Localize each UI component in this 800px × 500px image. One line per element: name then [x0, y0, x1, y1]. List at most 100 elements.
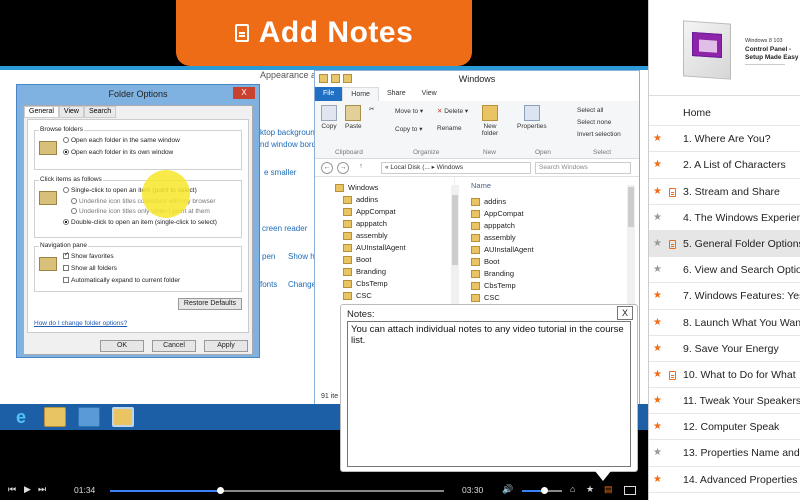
lesson-item[interactable]: ★ 13. Properties Name and	[649, 440, 800, 467]
nav-item[interactable]: assembly	[343, 231, 388, 241]
cancel-button[interactable]: Cancel	[152, 340, 196, 352]
lesson-item[interactable]: ★ 8. Launch What You Want	[649, 310, 800, 336]
new-folder-button[interactable]: New folder	[477, 105, 503, 137]
select-none-button[interactable]: Select none	[577, 119, 611, 126]
radio-same-window[interactable]: Open each folder in the same window	[63, 137, 180, 144]
skip-back-icon[interactable]: ⏮	[8, 484, 16, 495]
tab-view[interactable]: View	[58, 106, 84, 118]
ribbon-tab-view[interactable]: View	[414, 87, 445, 101]
help-link[interactable]: How do I change folder options?	[34, 320, 127, 327]
file-explorer-icon[interactable]	[44, 407, 66, 427]
lesson-item[interactable]: ★ 3. Stream and Share	[649, 179, 800, 205]
ribbon-tab-home[interactable]: Home	[342, 87, 379, 101]
column-header-name[interactable]: Name	[471, 181, 491, 190]
file-row[interactable]: assembly	[471, 233, 516, 243]
lesson-item[interactable]: ★ 4. The Windows Experience	[649, 205, 800, 231]
lesson-item[interactable]: ★ 9. Save Your Energy	[649, 336, 800, 362]
checkbox-show-all-folders[interactable]: Show all folders	[63, 265, 117, 272]
copy-button[interactable]: Copy	[321, 105, 337, 130]
nav-item[interactable]: CbsTemp	[343, 279, 388, 289]
favorite-star-icon[interactable]: ★	[653, 264, 662, 275]
file-row[interactable]: AppCompat	[471, 209, 524, 219]
play-icon[interactable]: ▶	[24, 484, 31, 495]
copy-to-button[interactable]: Copy to ▾	[395, 125, 422, 133]
ribbon-tab-share[interactable]: Share	[379, 87, 414, 101]
back-button[interactable]: ←	[321, 162, 333, 174]
fullscreen-icon[interactable]	[624, 486, 636, 495]
favorite-star-icon[interactable]: ★	[653, 395, 662, 406]
favorite-star-icon[interactable]: ★	[586, 484, 594, 495]
lesson-item[interactable]: ★ 10. What to Do for What	[649, 362, 800, 389]
file-row[interactable]: CSC	[471, 293, 500, 303]
search-input[interactable]: Search Windows	[535, 162, 631, 174]
favorite-star-icon[interactable]: ★	[653, 290, 662, 301]
lesson-item[interactable]: ★ 1. Where Are You?	[649, 126, 800, 153]
video-player[interactable]: Appearance a ktop backgroun nd window bo…	[0, 0, 648, 500]
rename-button[interactable]: Rename	[437, 125, 462, 132]
restore-defaults-button[interactable]: Restore Defaults	[178, 298, 242, 310]
favorite-star-icon[interactable]: ★	[653, 474, 662, 485]
delete-button[interactable]: ✕ Delete ▾	[437, 107, 468, 115]
nav-item[interactable]: AppCompat	[343, 207, 396, 217]
progress-knob[interactable]	[217, 487, 225, 494]
file-row[interactable]: Branding	[471, 269, 514, 279]
favorite-star-icon[interactable]: ★	[653, 447, 662, 458]
favorite-star-icon[interactable]: ★	[653, 133, 662, 144]
lesson-item[interactable]: ★ 2. A List of Characters	[649, 152, 800, 179]
properties-button[interactable]: Properties	[517, 105, 547, 130]
dialog-close-button[interactable]: X	[233, 87, 255, 99]
notes-icon[interactable]: ▤	[604, 484, 613, 495]
file-row[interactable]: apppatch	[471, 221, 515, 231]
course-thumbnail[interactable]: Windows 8 103 Control Panel - Setup Made…	[649, 0, 800, 96]
ribbon-tab-file[interactable]: File	[315, 87, 343, 101]
address-input[interactable]: « Local Disk (... ▸ Windows	[381, 162, 531, 174]
nav-item[interactable]: AUInstallAgent	[343, 243, 406, 253]
checkbox-show-favorites[interactable]: Show favorites	[63, 251, 114, 260]
nav-item[interactable]: Boot	[343, 255, 371, 265]
lesson-item[interactable]: ★ 11. Tweak Your Speakers	[649, 388, 800, 415]
lesson-item[interactable]: ★ 5. General Folder Options	[649, 230, 800, 258]
internet-explorer-icon[interactable]: e	[10, 407, 32, 427]
favorite-star-icon[interactable]: ★	[653, 186, 662, 197]
favorite-star-icon[interactable]: ★	[653, 238, 662, 249]
lesson-item[interactable]: ★ 7. Windows Features: Yes or No	[649, 283, 800, 310]
lesson-item[interactable]: ★ 6. View and Search Options	[649, 257, 800, 284]
radio-underline-point[interactable]: Underline icon titles only when I point …	[71, 208, 210, 215]
lesson-item[interactable]: ★ 12. Computer Speak	[649, 414, 800, 441]
volume-knob[interactable]	[541, 487, 548, 494]
control-panel-icon[interactable]	[78, 407, 100, 427]
volume-slider[interactable]	[522, 487, 562, 494]
forward-button[interactable]: →	[337, 162, 349, 174]
lesson-home[interactable]: Home	[649, 100, 800, 127]
favorite-star-icon[interactable]: ★	[653, 421, 662, 432]
scissors-button[interactable]: ✂	[369, 105, 374, 113]
tab-general[interactable]: General	[24, 106, 59, 118]
checkbox-auto-expand[interactable]: Automatically expand to current folder	[63, 277, 180, 284]
nav-item[interactable]: Branding	[343, 267, 386, 277]
favorite-star-icon[interactable]: ★	[653, 317, 662, 328]
radio-own-window[interactable]: Open each folder in its own window	[63, 149, 173, 156]
favorite-star-icon[interactable]: ★	[653, 343, 662, 354]
notes-textarea[interactable]: You can attach individual notes to any v…	[347, 321, 631, 467]
home-icon[interactable]: ⌂	[570, 484, 575, 494]
favorite-star-icon[interactable]: ★	[653, 369, 662, 380]
favorite-star-icon[interactable]: ★	[653, 159, 662, 170]
nav-item[interactable]: addins	[343, 195, 378, 205]
notes-close-button[interactable]: X	[617, 306, 633, 320]
volume-icon[interactable]: 🔊	[502, 484, 513, 495]
paste-button[interactable]: Paste	[345, 105, 362, 130]
file-row[interactable]: CbsTemp	[471, 281, 516, 291]
nav-item[interactable]: CSC	[343, 291, 372, 301]
nav-item[interactable]: Windows	[335, 183, 378, 193]
skip-forward-icon[interactable]: ⏭	[38, 484, 46, 495]
nav-item[interactable]: apppatch	[343, 219, 387, 229]
move-to-button[interactable]: Move to ▾	[395, 107, 423, 115]
explorer-window-icon[interactable]	[112, 407, 134, 427]
file-row[interactable]: Boot	[471, 257, 499, 267]
lesson-item[interactable]: ★ 14. Advanced Properties	[649, 467, 800, 493]
tab-search[interactable]: Search	[83, 106, 117, 118]
favorite-star-icon[interactable]: ★	[653, 212, 662, 223]
ok-button[interactable]: OK	[100, 340, 144, 352]
progress-track[interactable]	[110, 487, 444, 494]
file-row[interactable]: AUInstallAgent	[471, 245, 534, 255]
